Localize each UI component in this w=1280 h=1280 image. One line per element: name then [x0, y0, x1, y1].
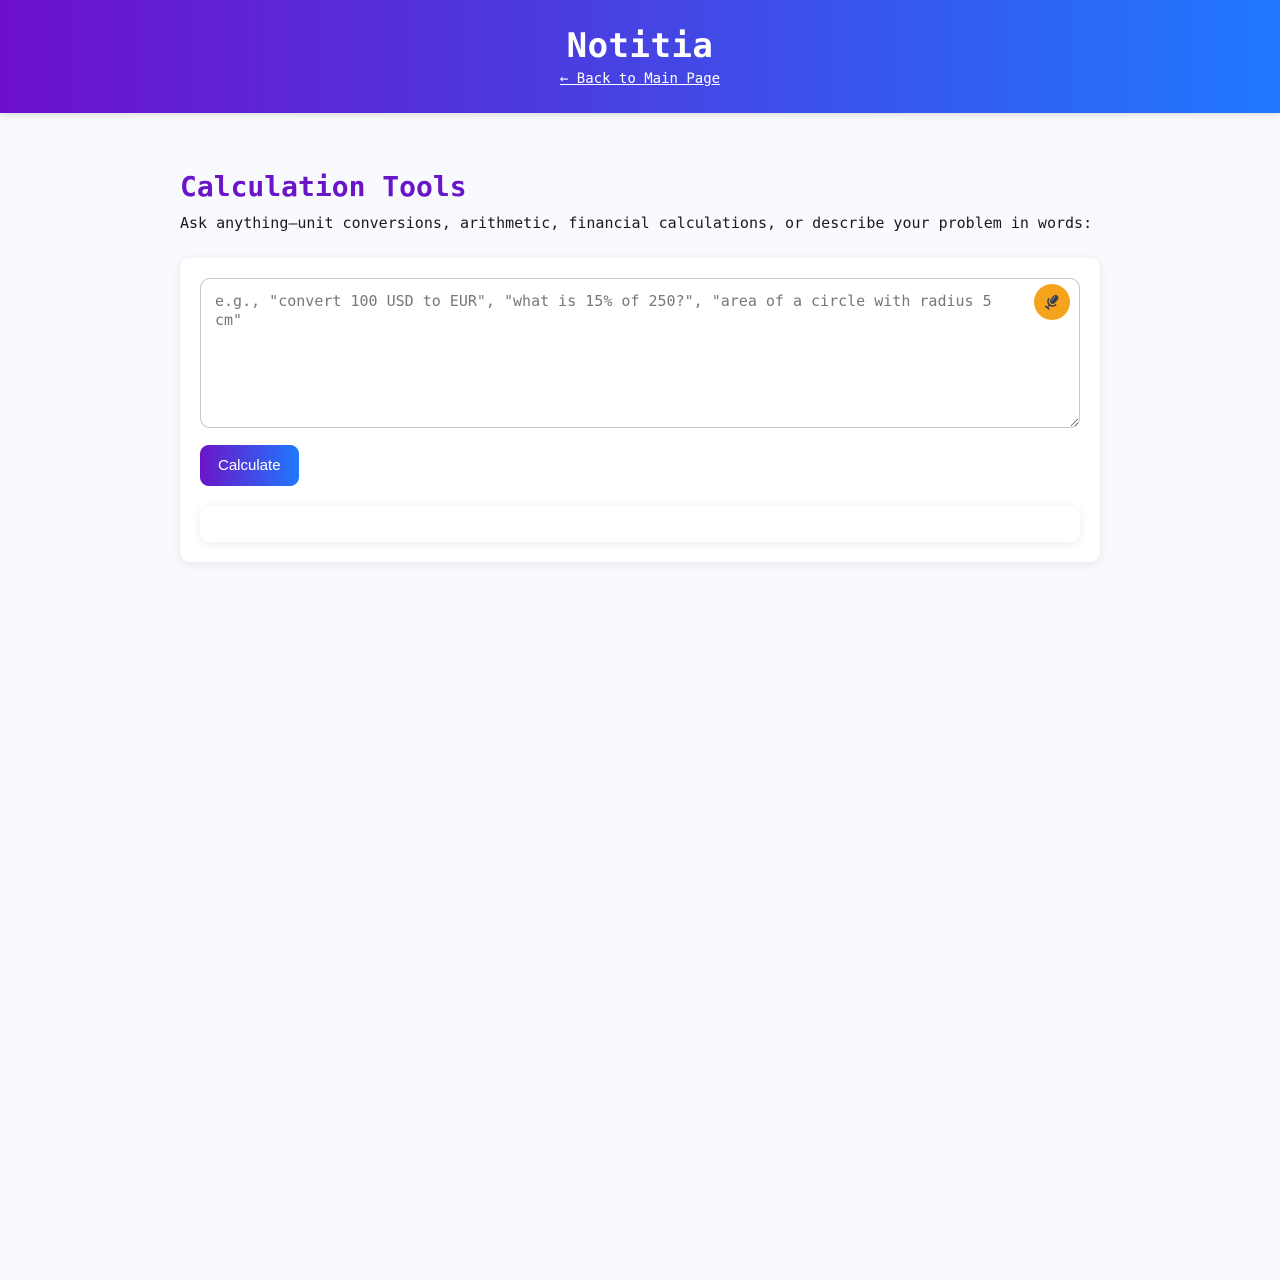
- voice-input-button[interactable]: [1034, 284, 1070, 320]
- calculate-button[interactable]: Calculate: [200, 445, 299, 486]
- app-header: Notitia ← Back to Main Page: [0, 0, 1280, 113]
- back-to-main-link[interactable]: ← Back to Main Page: [560, 69, 720, 89]
- page-title: Calculation Tools: [180, 170, 467, 203]
- main-content: Calculation Tools Ask anything—unit conv…: [180, 113, 1100, 562]
- result-output: [200, 506, 1080, 542]
- calculator-card: Calculate: [180, 258, 1100, 562]
- query-input-wrapper: [200, 278, 1080, 428]
- microphone-icon: [1044, 294, 1059, 310]
- page-description: Ask anything—unit conversions, arithmeti…: [180, 214, 1093, 232]
- brand-title: Notitia: [566, 26, 714, 66]
- query-input[interactable]: [200, 278, 1080, 428]
